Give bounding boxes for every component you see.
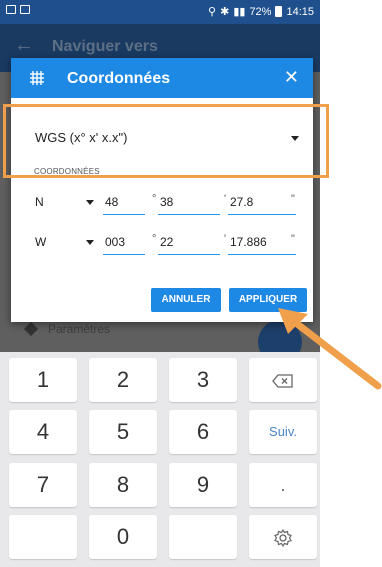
back-arrow-icon: ←: [14, 34, 34, 56]
second-symbol: ": [291, 193, 295, 205]
battery-icon: [275, 6, 283, 17]
cancel-button[interactable]: ANNULER: [151, 288, 221, 312]
second-symbol: ": [291, 233, 295, 245]
navigation-icon: [23, 321, 39, 337]
key-6[interactable]: 6: [169, 410, 237, 454]
minute-symbol: ': [224, 233, 227, 245]
longitude-minutes-field[interactable]: 22: [158, 232, 220, 255]
background-settings-row: Paramètres: [23, 321, 111, 337]
key-7[interactable]: 7: [9, 463, 77, 507]
phone-screen: ⚲ ✱ ▮▮ 72% 14:15 ← Naviguer vers Paramèt…: [0, 0, 320, 567]
chevron-down-icon[interactable]: [86, 200, 94, 205]
screenshot-notification-icon: [20, 5, 30, 14]
background-settings-label: Paramètres: [48, 322, 111, 336]
minute-symbol: ': [224, 193, 227, 205]
key-0[interactable]: 0: [89, 515, 157, 559]
empty-key-left: [9, 515, 77, 559]
battery-percent: 72%: [249, 5, 272, 18]
key-3[interactable]: 3: [169, 358, 237, 402]
gear-icon: [274, 529, 292, 548]
annotation-arrow-icon: [278, 308, 382, 390]
key-8[interactable]: 8: [89, 463, 157, 507]
longitude-row: W 003 ° 22 ' 17.886 ": [11, 228, 313, 260]
latitude-seconds-field[interactable]: 27.8: [228, 192, 296, 215]
latitude-minutes-field[interactable]: 38: [158, 192, 220, 215]
degree-symbol: °: [152, 233, 157, 245]
latitude-hemisphere-select[interactable]: N: [35, 195, 44, 209]
longitude-degrees-field[interactable]: 003: [103, 232, 145, 255]
longitude-hemisphere-select[interactable]: W: [35, 235, 46, 249]
clock: 14:15: [286, 5, 314, 18]
grid-icon: [29, 70, 45, 86]
key-4[interactable]: 4: [9, 410, 77, 454]
image-notification-icon: [6, 5, 16, 14]
status-bar: ⚲ ✱ ▮▮ 72% 14:15: [0, 0, 320, 24]
keyboard-settings-key[interactable]: [249, 515, 317, 559]
latitude-row: N 48 ° 38 ' 27.8 ": [11, 188, 313, 220]
next-key[interactable]: Suiv.: [249, 410, 317, 454]
key-9[interactable]: 9: [169, 463, 237, 507]
empty-key-right: [169, 515, 237, 559]
key-5[interactable]: 5: [89, 410, 157, 454]
dialog-header: Coordonnées ✕: [11, 58, 313, 98]
key-1[interactable]: 1: [9, 358, 77, 402]
bluetooth-icon: ✱: [220, 6, 230, 18]
location-icon: ⚲: [208, 6, 217, 18]
degree-symbol: °: [152, 193, 157, 205]
dialog-title: Coordonnées: [67, 70, 171, 87]
longitude-seconds-field[interactable]: 17.886: [228, 232, 296, 255]
annotation-highlight-box: [3, 104, 329, 178]
latitude-degrees-field[interactable]: 48: [103, 192, 145, 215]
key-2[interactable]: 2: [89, 358, 157, 402]
background-app-title: Naviguer vers: [52, 38, 158, 55]
signal-icon: ▮▮: [233, 6, 246, 18]
close-icon[interactable]: ✕: [284, 67, 299, 88]
coordinates-dialog: Coordonnées ✕ WGS (x° x' x.x") COORDONNÉ…: [11, 58, 313, 322]
chevron-down-icon[interactable]: [86, 240, 94, 245]
dot-key[interactable]: .: [249, 463, 317, 507]
